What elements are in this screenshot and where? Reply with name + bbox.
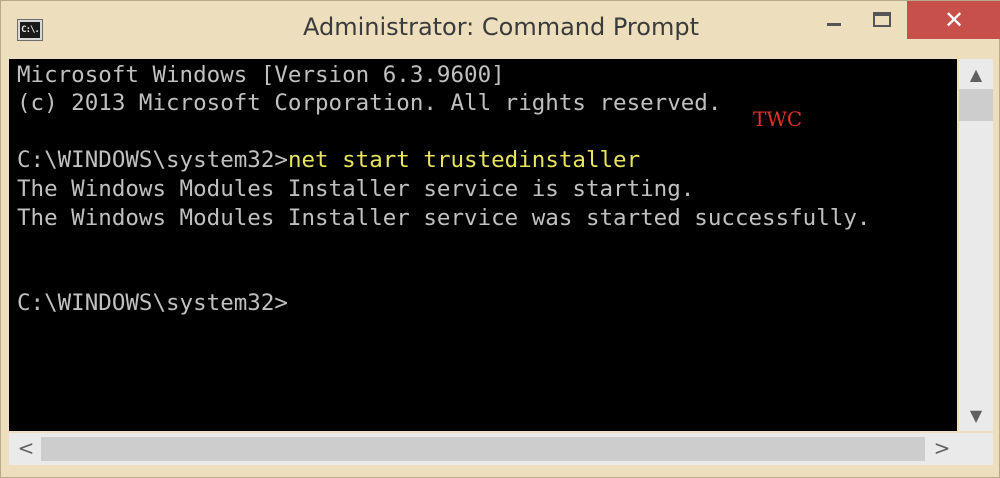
maximize-button[interactable] [859,1,905,37]
console-line-command: C:\WINDOWS\system32>net start trustedins… [17,146,640,174]
vertical-scrollbar[interactable]: ▲ ▼ [959,59,993,431]
scroll-down-icon[interactable]: ▼ [959,402,993,430]
minimize-button[interactable] [811,1,857,37]
command-prompt: C:\WINDOWS\system32> [17,147,288,173]
console-output[interactable]: Microsoft Windows [Version 6.3.9600] (c)… [9,59,957,431]
scrollbar-corner [959,433,993,465]
console-line: Microsoft Windows [Version 6.3.9600] [17,62,505,88]
console-line-prompt: C:\WINDOWS\system32> [17,289,288,317]
close-icon: ✕ [943,6,965,34]
maximize-icon [873,12,891,27]
horizontal-scrollbar[interactable]: < > [9,433,959,465]
console-line: The Windows Modules Installer service wa… [17,205,871,231]
console-line: (c) 2013 Microsoft Corporation. All righ… [17,90,722,116]
scroll-right-icon[interactable]: > [927,433,957,463]
command-text: net start trustedinstaller [287,147,641,173]
scroll-left-icon[interactable]: < [11,433,41,463]
command-prompt-window: C:\. Administrator: Command Prompt ✕ Mic… [0,0,1000,478]
command-prompt: C:\WINDOWS\system32> [17,290,288,316]
title-bar[interactable]: C:\. Administrator: Command Prompt ✕ [1,1,1000,59]
twc-watermark: TWC [753,107,803,131]
console-line: The Windows Modules Installer service is… [17,176,695,202]
close-button[interactable]: ✕ [907,1,1000,39]
vertical-scroll-thumb[interactable] [959,89,993,121]
horizontal-scroll-thumb[interactable] [41,437,925,461]
scroll-up-icon[interactable]: ▲ [959,61,993,89]
minimize-icon [827,23,841,26]
